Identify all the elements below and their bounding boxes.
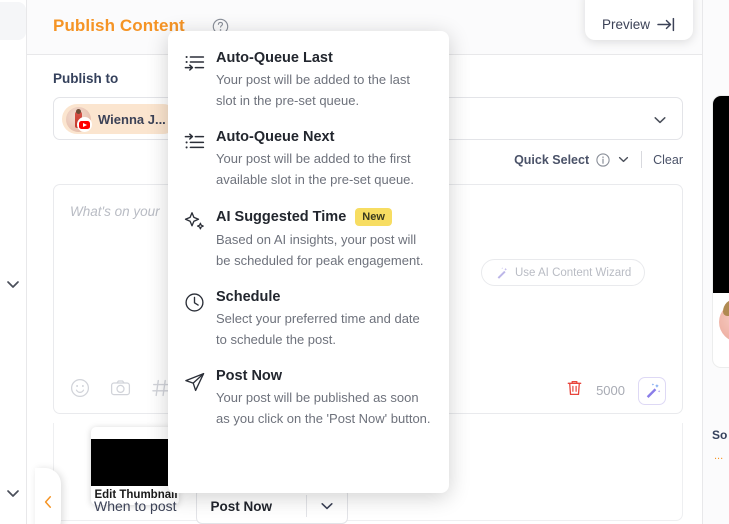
- queue-last-icon: [184, 50, 216, 111]
- menu-item-desc: Your post will be added to the first ava…: [216, 151, 415, 188]
- rail-chevron-top[interactable]: [4, 275, 22, 293]
- menu-item-schedule[interactable]: Schedule Select your preferred time and …: [168, 280, 449, 359]
- chevron-down-icon[interactable]: [617, 153, 630, 166]
- trash-icon[interactable]: [566, 379, 583, 402]
- menu-item-title: Schedule: [216, 289, 281, 306]
- send-icon: [184, 368, 216, 429]
- sparkle-icon: [184, 208, 216, 271]
- quick-select-button[interactable]: Quick Select: [514, 153, 589, 167]
- menu-item-title: Auto-Queue Next: [216, 129, 335, 146]
- ai-content-wizard-label: Use AI Content Wizard: [515, 266, 632, 279]
- when-to-post-value: Post Now: [210, 498, 273, 514]
- magic-wand-icon: [497, 266, 508, 279]
- when-to-post-menu: Auto-Queue Last Your post will be added …: [168, 31, 449, 493]
- editor-placeholder: What's on your: [70, 204, 160, 219]
- preview-label: Preview: [601, 17, 650, 32]
- menu-item-auto-queue-next[interactable]: Auto-Queue Next Your post will be added …: [168, 120, 449, 199]
- left-rail: [0, 0, 26, 524]
- preview-media: [713, 96, 729, 293]
- rail-chevron-bottom[interactable]: [4, 484, 22, 502]
- when-to-post-bar: When to post Post Now: [53, 488, 703, 524]
- menu-item-desc: Your post will be published as soon as y…: [216, 390, 431, 427]
- when-to-post-select[interactable]: Post Now: [195, 488, 348, 524]
- menu-item-title: Auto-Queue Last: [216, 50, 333, 66]
- preview-section-label: So: [712, 428, 728, 442]
- clear-button[interactable]: Clear: [653, 153, 683, 167]
- menu-item-desc: Your post will be added to the last slot…: [216, 72, 410, 109]
- page-title: Publish Content: [53, 16, 185, 35]
- publish-to-label: Publish to: [53, 71, 119, 86]
- magic-wand-button[interactable]: [638, 376, 666, 405]
- preview-button[interactable]: Preview: [585, 0, 693, 40]
- ai-content-wizard-button[interactable]: Use AI Content Wizard: [481, 259, 646, 286]
- preview-sub-label: ...: [714, 450, 724, 462]
- info-circle-icon[interactable]: [596, 152, 610, 167]
- camera-icon[interactable]: [110, 378, 131, 403]
- account-chip[interactable]: Wienna J...: [62, 104, 178, 134]
- divider: [641, 151, 643, 168]
- thumbnail-image: [91, 439, 179, 486]
- youtube-badge-icon: [77, 117, 92, 132]
- menu-item-auto-queue-last[interactable]: Auto-Queue Last Your post will be added …: [168, 41, 449, 120]
- preview-card: [712, 95, 729, 368]
- account-name: Wienna J...: [98, 111, 166, 127]
- new-badge: New: [355, 208, 392, 227]
- menu-item-ai-suggested-time[interactable]: AI Suggested Time New Based on AI insigh…: [168, 199, 449, 280]
- menu-item-post-now[interactable]: Post Now Your post will be published as …: [168, 359, 449, 438]
- menu-item-desc: Select your preferred time and date to s…: [216, 311, 420, 348]
- magic-wand-icon: [646, 383, 660, 398]
- chevron-left-icon: [44, 496, 51, 508]
- menu-item-title: Post Now: [216, 368, 283, 385]
- app-root: Publish Content Preview Publish to Wienn…: [0, 0, 729, 524]
- clock-icon: [184, 289, 216, 350]
- chevron-down-icon[interactable]: [307, 498, 347, 514]
- chevron-down-icon[interactable]: [652, 112, 668, 133]
- menu-item-title: AI Suggested Time: [216, 209, 347, 226]
- queue-next-icon: [184, 129, 216, 190]
- menu-item-desc: Based on AI insights, your post will be …: [216, 232, 424, 269]
- preview-avatar: [719, 299, 729, 342]
- rail-top-block: [0, 2, 26, 40]
- right-preview-pane: So ...: [702, 0, 729, 524]
- arrow-right-to-line-icon: [657, 17, 675, 32]
- emoji-icon[interactable]: [70, 378, 90, 403]
- character-counter: 5000: [596, 383, 625, 398]
- quick-select-row: Quick Select Clear: [514, 151, 683, 168]
- when-to-post-label: When to post: [94, 498, 177, 514]
